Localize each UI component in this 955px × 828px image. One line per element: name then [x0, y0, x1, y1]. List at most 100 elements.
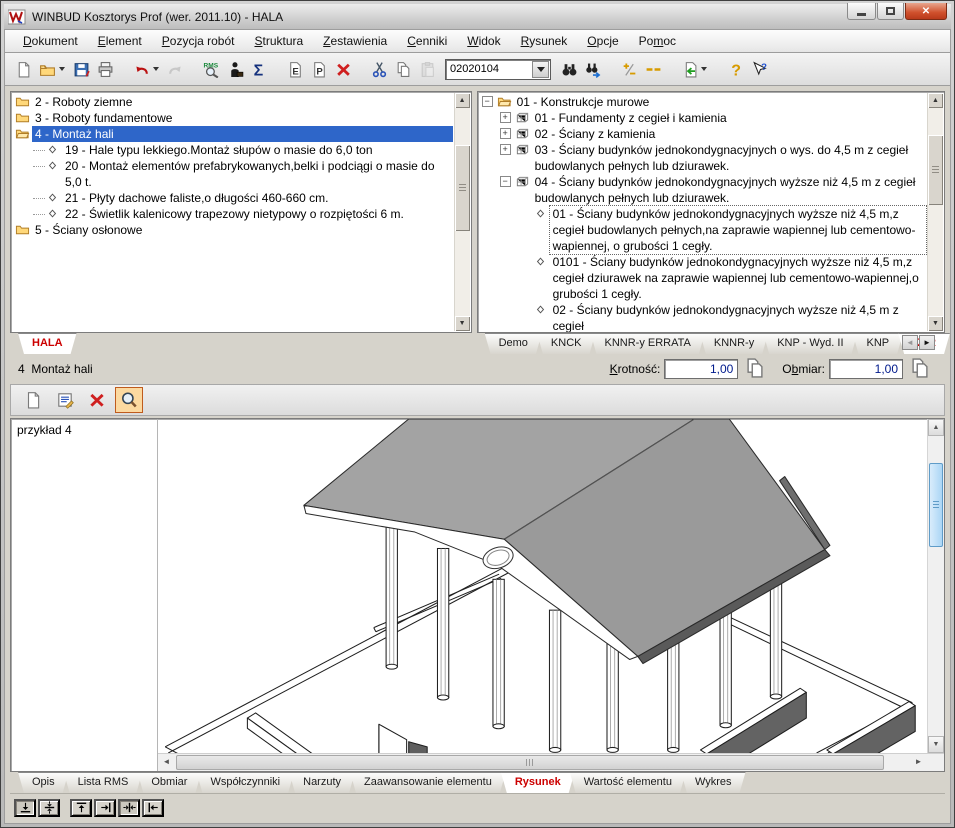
- find-button[interactable]: [557, 56, 581, 82]
- catalog-tree-item[interactable]: −01 - Konstrukcje murowe: [480, 94, 926, 110]
- estimate-tree-item[interactable]: 19 - Hale typu lekkiego.Montaż słupów o …: [13, 142, 453, 158]
- scroll-thumb[interactable]: [455, 145, 470, 231]
- estimate-tree-item[interactable]: 21 - Płyty dachowe faliste,o długości 46…: [13, 190, 453, 206]
- zoom-drawing-button[interactable]: [115, 387, 143, 413]
- split-top-button[interactable]: [70, 799, 92, 817]
- labor-button[interactable]: [223, 56, 247, 82]
- save-document-button[interactable]: [69, 56, 93, 82]
- view-tab-wykres[interactable]: Wykres: [681, 772, 746, 793]
- scroll-right-button[interactable]: ►: [910, 754, 927, 771]
- estimate-tree-item[interactable]: 20 - Montaż elementów prefabrykowanych,b…: [13, 158, 453, 190]
- combo-dropdown-button[interactable]: [532, 61, 549, 78]
- scroll-up-button[interactable]: ▲: [455, 93, 470, 108]
- undo-button-dropdown[interactable]: [153, 67, 159, 71]
- element-button[interactable]: E: [283, 56, 307, 82]
- catalog-code-value[interactable]: 02020104: [446, 63, 532, 75]
- view-tab-lista-rms[interactable]: Lista RMS: [64, 772, 143, 793]
- import-document-button-dropdown[interactable]: [701, 67, 707, 71]
- view-tab-opis[interactable]: Opis: [18, 772, 69, 793]
- catalog-tab-knnr-y-errata[interactable]: KNNR-y ERRATA: [590, 333, 704, 354]
- catalog-tab-knnr-y[interactable]: KNNR-y: [700, 333, 768, 354]
- scroll-thumb[interactable]: [928, 135, 943, 205]
- catalog-tab-knp[interactable]: KNP: [853, 333, 904, 354]
- catalog-tree-item[interactable]: +01 - Fundamenty z cegieł i kamienia: [480, 110, 926, 126]
- menu-element[interactable]: Element: [88, 32, 152, 50]
- measure-copy-button[interactable]: [907, 357, 933, 381]
- delete-button[interactable]: [331, 56, 355, 82]
- menu-widok[interactable]: Widok: [457, 32, 510, 50]
- rms-search-button[interactable]: RMS: [199, 56, 223, 82]
- catalog-tree-item[interactable]: 0101 - Ściany budynków jednokondygnacyjn…: [480, 254, 926, 302]
- tabs-scroll-right-button[interactable]: ►: [919, 335, 935, 350]
- dashes-button[interactable]: [641, 56, 665, 82]
- scroll-down-button[interactable]: ▼: [455, 316, 470, 331]
- split-right-button[interactable]: [94, 799, 116, 817]
- catalog-tab-knp-wyd-ii[interactable]: KNP - Wyd. II: [763, 333, 857, 354]
- print-button[interactable]: [93, 56, 117, 82]
- menu-pomoc[interactable]: Pomoc: [629, 32, 686, 50]
- position-button[interactable]: P: [307, 56, 331, 82]
- multiplier-input[interactable]: [664, 359, 738, 379]
- scroll-up-button[interactable]: ▲: [928, 419, 944, 436]
- scroll-down-button[interactable]: ▼: [928, 316, 943, 331]
- view-tab-warto-elementu[interactable]: Wartość elementu: [570, 772, 686, 793]
- multiplier-copy-button[interactable]: [742, 357, 768, 381]
- scroll-thumb[interactable]: [176, 755, 884, 770]
- estimate-tree-item[interactable]: 4 - Montaż hali: [13, 126, 453, 142]
- undo-button[interactable]: [129, 56, 153, 82]
- split-bottom-button[interactable]: [14, 799, 36, 817]
- context-help-button[interactable]: ?: [747, 56, 771, 82]
- catalog-tree-item[interactable]: 02 - Ściany budynków jednokondygnacyjnyc…: [480, 302, 926, 333]
- estimate-tree-scrollbar[interactable]: ▲ ▼: [454, 93, 470, 331]
- catalog-tree-item[interactable]: 01 - Ściany budynków jednokondygnacyjnyc…: [480, 206, 926, 254]
- estimate-tree-item[interactable]: 2 - Roboty ziemne: [13, 94, 453, 110]
- view-tab-obmiar[interactable]: Obmiar: [137, 772, 201, 793]
- estimate-tree-item[interactable]: 22 - Świetlik kalenicowy trapezowy niety…: [13, 206, 453, 222]
- catalog-tree-item[interactable]: −04 - Ściany budynków jednokondygnacyjny…: [480, 174, 926, 206]
- menu-struktura[interactable]: Struktura: [244, 32, 313, 50]
- expand-icon[interactable]: +: [500, 128, 511, 139]
- menu-rysunek[interactable]: Rysunek: [511, 32, 578, 50]
- plus-minus-button[interactable]: [617, 56, 641, 82]
- drawing-properties-button[interactable]: [51, 387, 79, 413]
- copy-button[interactable]: [391, 56, 415, 82]
- catalog-code-combo[interactable]: 02020104: [445, 59, 551, 80]
- collapse-icon[interactable]: −: [482, 96, 493, 107]
- scroll-down-button[interactable]: ▼: [928, 736, 944, 753]
- view-tab-zaawansowanie-elementu[interactable]: Zaawansowanie elementu: [350, 772, 506, 793]
- view-tab-wsp-czynniki[interactable]: Współczynniki: [196, 772, 294, 793]
- view-tab-narzuty[interactable]: Narzuty: [289, 772, 355, 793]
- collapse-icon[interactable]: −: [500, 176, 511, 187]
- scroll-thumb[interactable]: [929, 463, 943, 547]
- catalog-tab-knck[interactable]: KNCK: [537, 333, 596, 354]
- drawing-list-item[interactable]: przykład 4: [17, 423, 151, 437]
- menu-zestawienia[interactable]: Zestawienia: [313, 32, 397, 50]
- cut-button[interactable]: [367, 56, 391, 82]
- estimate-tree-item[interactable]: 5 - Ściany osłonowe: [13, 222, 453, 238]
- new-drawing-button[interactable]: [19, 387, 47, 413]
- canvas-vertical-scrollbar[interactable]: ▲ ▼: [927, 419, 944, 753]
- open-document-button-dropdown[interactable]: [59, 67, 65, 71]
- find-next-button[interactable]: [581, 56, 605, 82]
- catalog-tab-demo[interactable]: Demo: [485, 333, 542, 354]
- expand-icon[interactable]: +: [500, 112, 511, 123]
- delete-drawing-button[interactable]: [83, 387, 111, 413]
- estimate-tab-hala[interactable]: HALA: [18, 333, 77, 354]
- scroll-left-button[interactable]: ◄: [158, 754, 175, 771]
- catalog-tree-item[interactable]: +02 - Ściany z kamienia: [480, 126, 926, 142]
- catalog-tree-scrollbar[interactable]: ▲ ▼: [927, 93, 943, 331]
- menu-pozycja-rob-t[interactable]: Pozycja robót: [152, 32, 245, 50]
- canvas-horizontal-scrollbar[interactable]: ◄ ►: [158, 753, 944, 771]
- catalog-tree-item[interactable]: +03 - Ściany budynków jednokondygnacyjny…: [480, 142, 926, 174]
- view-tab-rysunek[interactable]: Rysunek: [501, 772, 575, 793]
- sum-button[interactable]: Σ: [247, 56, 271, 82]
- import-document-button[interactable]: [677, 56, 701, 82]
- measure-input[interactable]: [829, 359, 903, 379]
- help-button[interactable]: ?: [723, 56, 747, 82]
- close-button[interactable]: ✕: [905, 3, 947, 20]
- minimize-button[interactable]: [847, 3, 876, 20]
- tabs-scroll-left-button[interactable]: ◄: [902, 335, 918, 350]
- split-middle-vertical-button[interactable]: [118, 799, 140, 817]
- menu-opcje[interactable]: Opcje: [577, 32, 628, 50]
- expand-icon[interactable]: +: [500, 144, 511, 155]
